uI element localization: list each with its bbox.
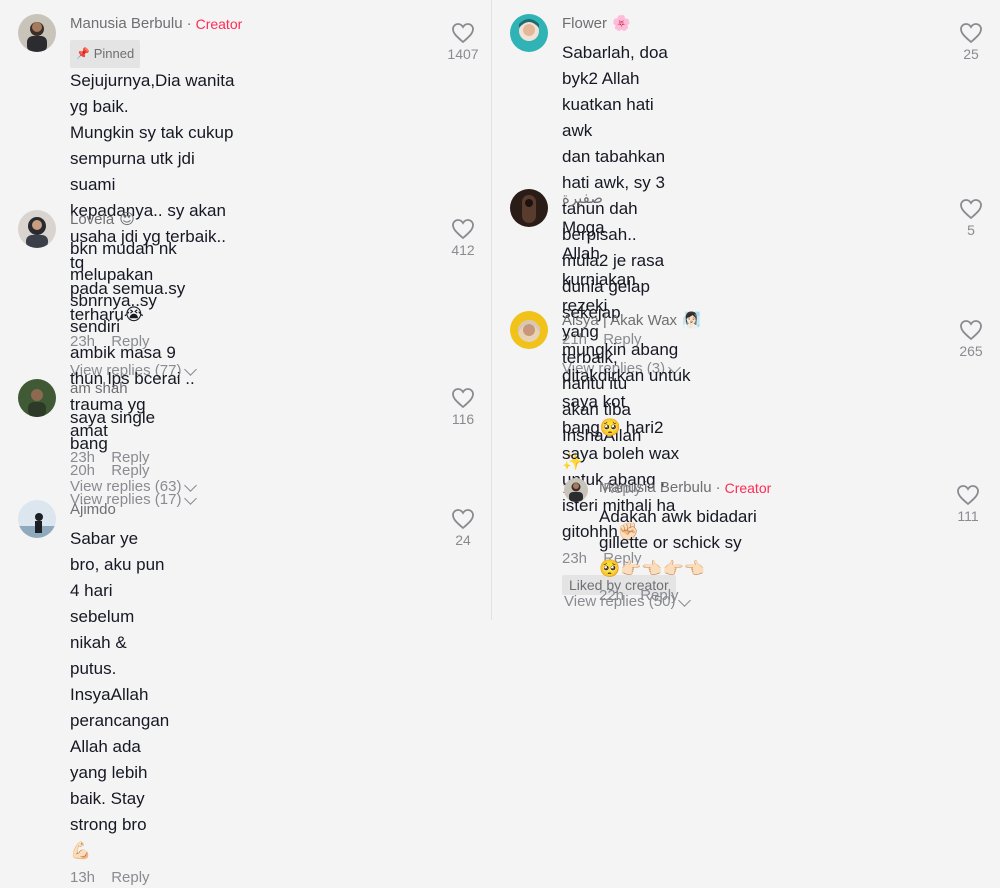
heart-icon: [960, 199, 982, 220]
view-replies-label: View replies (50): [564, 593, 676, 610]
comment-time: 23h: [562, 550, 588, 567]
reply-button[interactable]: Reply: [111, 462, 149, 479]
comment-time: 20h: [70, 462, 96, 479]
avatar[interactable]: [510, 189, 548, 227]
separator-dot: ·: [186, 15, 192, 32]
comment-line: Adakah awk bidadari gillette or schick s…: [599, 507, 757, 552]
avatar[interactable]: [18, 379, 56, 417]
like-count: 25: [963, 46, 979, 62]
like-button[interactable]: 116: [443, 387, 483, 427]
like-count: 5: [967, 222, 975, 238]
separator-dot: ·: [715, 479, 721, 496]
avatar[interactable]: [564, 478, 588, 502]
username-emoji: 🌸: [612, 15, 631, 32]
username[interactable]: Manusia Berbulu: [70, 14, 183, 34]
comment-line: Mungkin sy tak cukup sempurna utk jdi su…: [70, 123, 234, 194]
username[interactable]: Ajimdo: [70, 500, 116, 520]
username[interactable]: Manusia Berbulu: [599, 478, 712, 498]
comment-line: bkn mudah nk melupakan sbnrnya..sy sendi…: [70, 239, 177, 336]
comment-text: Adakah awk bidadari gillette or schick s…: [599, 504, 771, 582]
comment-line: saya single bang: [70, 408, 156, 453]
username-emoji: 😍: [119, 211, 135, 228]
like-button[interactable]: 25: [951, 22, 991, 62]
like-count: 111: [957, 508, 979, 524]
username[interactable]: am shah: [70, 379, 128, 399]
like-button[interactable]: 5: [951, 198, 991, 238]
heart-icon: [452, 509, 474, 530]
view-replies-button[interactable]: View replies (50): [564, 592, 692, 612]
reply-button[interactable]: Reply: [111, 869, 149, 886]
avatar[interactable]: [510, 311, 548, 349]
like-count: 116: [451, 411, 475, 427]
username-emoji: 🧖🏻‍♀️: [682, 312, 701, 329]
like-count: 412: [451, 242, 475, 258]
like-count: 24: [455, 532, 471, 548]
heart-icon: [452, 219, 474, 240]
username[interactable]: Aisya | Akak Wax: [562, 311, 677, 331]
comment-line: mungkin abang ditakdirkan untuk saya kot: [562, 340, 691, 411]
chevron-down-icon: [678, 593, 692, 607]
like-button[interactable]: 265: [951, 319, 991, 359]
avatar[interactable]: [18, 14, 56, 52]
comment-line: Sabarlah, doa byk2 Allah kuatkan hati aw…: [562, 43, 668, 140]
heart-icon: [957, 485, 979, 506]
like-button[interactable]: 111: [948, 484, 988, 524]
creator-badge: Creator: [724, 480, 772, 496]
username[interactable]: صفيرة: [562, 189, 603, 209]
left-comment-column: Manusia Berbulu · Creator 📌 Pinned Sejujur…: [0, 0, 491, 886]
heart-icon: [452, 23, 474, 44]
heart-icon: [960, 320, 982, 341]
heart-icon: [452, 388, 474, 409]
like-button[interactable]: 24: [443, 508, 483, 548]
like-button[interactable]: 1407: [443, 22, 483, 62]
comment-line: Sejujurnya,Dia wanita yg baik.: [70, 71, 235, 116]
comment-time: 13h: [70, 869, 96, 886]
like-count: 265: [959, 343, 983, 359]
username[interactable]: Lovela: [70, 210, 114, 230]
heart-icon: [960, 23, 982, 44]
comment-text: Sabar ye bro, aku pun 4 hari sebelum nik…: [70, 526, 169, 864]
creator-badge: Creator: [195, 16, 243, 32]
avatar[interactable]: [510, 14, 548, 52]
comment-line: putus. InsyaAllah perancangan Allah ada: [70, 659, 170, 756]
pinned-badge: 📌 Pinned: [70, 40, 141, 68]
chevron-down-icon: [184, 491, 198, 505]
pinned-label: Pinned: [93, 46, 135, 61]
username[interactable]: Flower: [562, 14, 607, 34]
comment-line: yang lebih baik. Stay strong bro 💪🏻: [70, 763, 148, 860]
avatar[interactable]: [18, 210, 56, 248]
right-comment-column: Flower 🌸 Sabarlah, doa byk2 Allah kuatka…: [492, 0, 1000, 620]
avatar[interactable]: [18, 500, 56, 538]
like-count: 1407: [447, 46, 479, 62]
comment-line: 🥺👉🏻👈🏻👉🏻👈🏻: [599, 559, 705, 578]
pin-icon: 📌: [76, 48, 90, 60]
like-button[interactable]: 412: [443, 218, 483, 258]
comment-text: saya single bang: [70, 405, 195, 457]
comment-line: Sabar ye bro, aku pun 4 hari sebelum nik…: [70, 529, 165, 652]
